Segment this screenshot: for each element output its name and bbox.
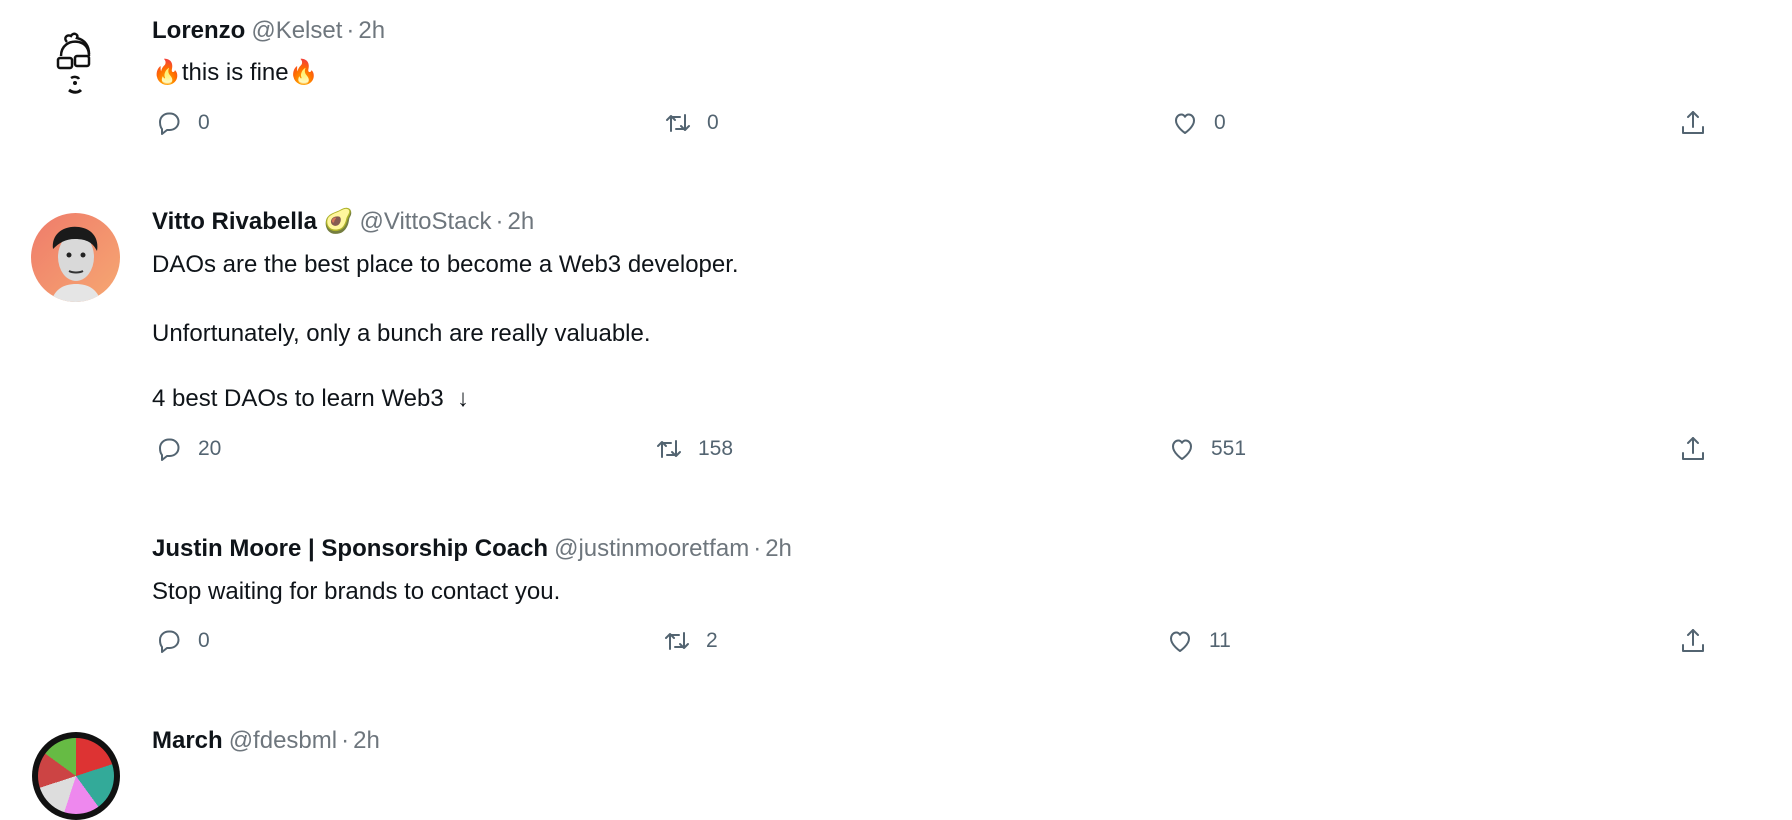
retweet-count: 2 <box>706 629 718 652</box>
separator: · <box>495 208 504 235</box>
like-button[interactable]: 551 <box>1167 434 1246 464</box>
timestamp[interactable]: 2h <box>508 208 535 235</box>
share-icon <box>1682 437 1704 460</box>
separator: · <box>346 17 355 44</box>
reply-button[interactable]: 20 <box>154 434 221 464</box>
tweet-text-line: Stop waiting for brands to contact you. <box>152 578 561 605</box>
author-name[interactable]: March <box>152 727 223 754</box>
fire-emoji: 🔥 <box>152 59 182 86</box>
timestamp[interactable]: 2h <box>765 535 792 562</box>
reply-icon <box>159 438 180 461</box>
tweet-march[interactable]: March @fdesbml · 2h <box>0 720 1792 820</box>
share-icon <box>1682 629 1704 652</box>
tweet-text: 🔥this is fine🔥 <box>152 58 319 88</box>
retweet-icon <box>657 440 681 458</box>
retweet-button[interactable]: 0 <box>663 108 719 138</box>
tweet-vitto[interactable]: Vitto Rivabella 🥑 @VittoStack · 2h DAOs are… <box>0 170 1792 500</box>
reply-count: 0 <box>198 111 210 134</box>
reply-button[interactable]: 0 <box>154 108 210 138</box>
heart-icon <box>1175 113 1195 134</box>
like-count: 551 <box>1211 437 1247 460</box>
tweet-lorenzo[interactable]: Lorenzo @Kelset · 2h 🔥this is fine🔥 0 0 0 <box>0 0 1792 170</box>
reply-icon <box>159 630 180 653</box>
timestamp[interactable]: 2h <box>353 727 380 754</box>
author-handle[interactable]: @Kelset <box>251 17 342 44</box>
author-handle[interactable]: @justinmooretfam <box>554 535 749 562</box>
reply-count: 20 <box>198 437 222 460</box>
avatar[interactable] <box>31 213 120 302</box>
retweet-count: 0 <box>707 111 719 134</box>
retweet-count: 158 <box>698 437 734 460</box>
share-icon <box>1682 111 1704 134</box>
tweet-text-line: 4 best DAOs to learn Web3 ↓ <box>152 385 470 412</box>
share-button[interactable] <box>1678 626 1708 656</box>
separator: · <box>753 535 762 562</box>
like-button[interactable]: 0 <box>1170 108 1226 138</box>
abstract-art-icon <box>38 738 114 814</box>
fire-emoji: 🔥 <box>288 59 319 86</box>
heart-icon <box>1170 631 1190 652</box>
retweet-icon <box>665 632 689 650</box>
separator: · <box>341 727 350 754</box>
retweet-button[interactable]: 158 <box>654 434 733 464</box>
retweet-button[interactable]: 2 <box>662 626 718 656</box>
avocado-emoji: 🥑 <box>323 208 354 235</box>
tweet-text-line: DAOs are the best place to become a Web3… <box>152 251 739 278</box>
sketch-avatar-icon <box>56 32 91 94</box>
timestamp[interactable]: 2h <box>358 17 385 44</box>
retweet-icon <box>666 114 690 132</box>
portrait-avatar-icon <box>51 226 101 302</box>
tweet-text-line: Unfortunately, only a bunch are really v… <box>152 320 651 347</box>
reply-count: 0 <box>198 629 210 652</box>
tweet-text-line: this is fine <box>181 59 289 86</box>
author-handle[interactable]: @fdesbml <box>229 727 337 754</box>
like-count: 11 <box>1209 629 1231 652</box>
like-button[interactable]: 11 <box>1165 626 1231 656</box>
reply-button[interactable]: 0 <box>154 626 210 656</box>
heart-icon <box>1172 439 1192 460</box>
like-count: 0 <box>1214 111 1226 134</box>
avatar[interactable] <box>32 732 120 820</box>
tweet-header: Justin Moore | Sponsorship Coach @justinm… <box>152 534 792 564</box>
share-button[interactable] <box>1678 434 1708 464</box>
author-name[interactable]: Vitto Rivabella <box>152 208 317 235</box>
author-name[interactable]: Lorenzo <box>152 17 245 44</box>
tweet-header: Vitto Rivabella 🥑 @VittoStack · 2h <box>152 207 534 237</box>
tweet-header: Lorenzo @Kelset · 2h <box>152 16 385 46</box>
reply-icon <box>159 112 180 135</box>
author-handle[interactable]: @VittoStack <box>360 208 492 235</box>
share-button[interactable] <box>1678 108 1708 138</box>
tweet-justin[interactable]: Justin Moore | Sponsorship Coach @justinm… <box>0 500 1792 720</box>
avatar[interactable] <box>31 20 119 108</box>
author-name[interactable]: Justin Moore | Sponsorship Coach <box>152 535 548 562</box>
tweet-header: March @fdesbml · 2h <box>152 726 380 756</box>
